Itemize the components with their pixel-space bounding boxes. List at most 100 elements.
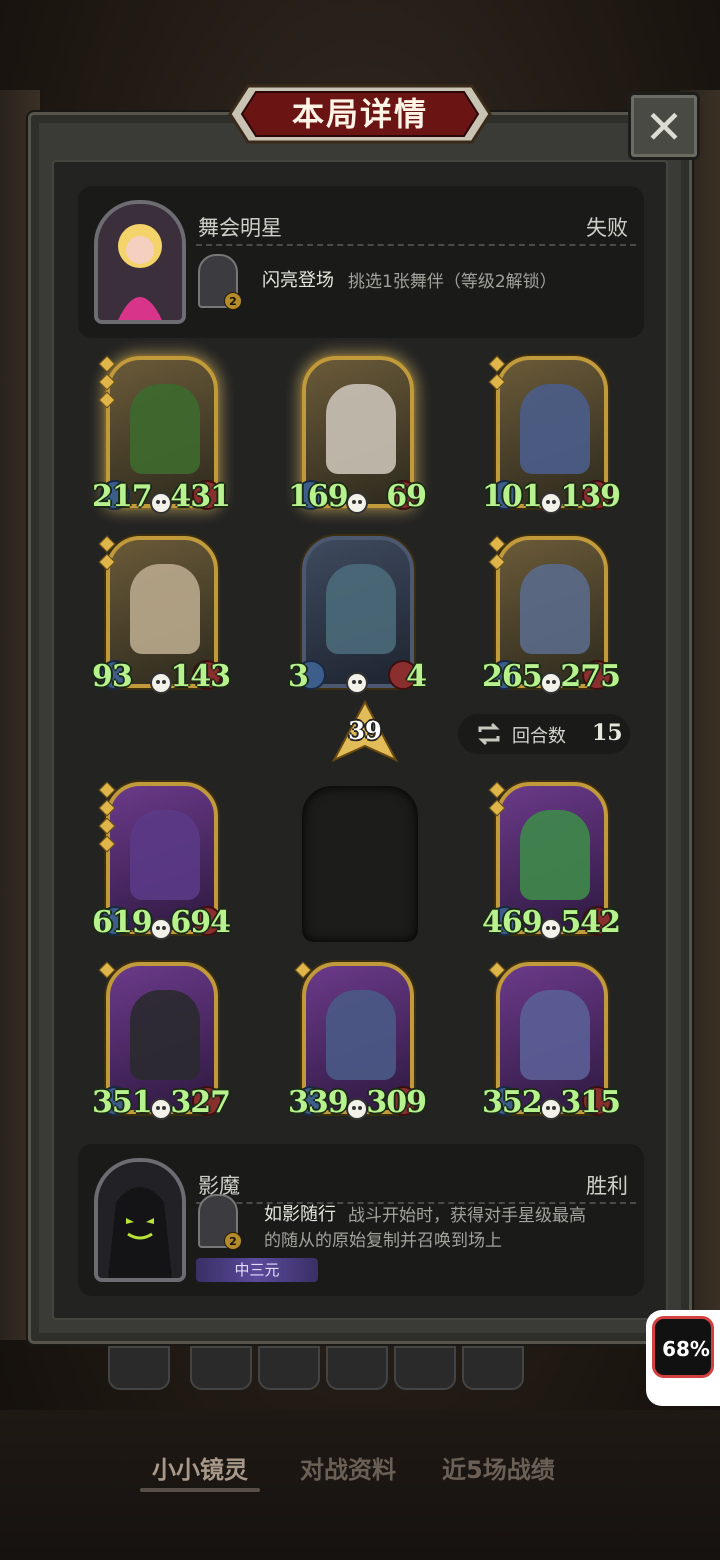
- health-value: 69: [386, 479, 427, 514]
- minion-card[interactable]: 101 139: [482, 348, 621, 516]
- star-icon: [98, 961, 116, 979]
- minion-art: [520, 810, 590, 900]
- health-value: 694: [170, 905, 231, 940]
- tab-recent-matches[interactable]: 近5场战绩: [442, 1450, 555, 1485]
- attack-value: 93: [92, 659, 133, 694]
- lobby-portrait[interactable]: [462, 1346, 524, 1390]
- attack-value: 169: [288, 479, 349, 514]
- tab-mirror-spirit[interactable]: 小小镜灵: [152, 1450, 248, 1485]
- lobby-portrait[interactable]: [394, 1346, 456, 1390]
- tab-battle-data[interactable]: 对战资料: [300, 1450, 396, 1485]
- attack-value: 469: [482, 905, 543, 940]
- attack-value: 101: [482, 479, 543, 514]
- attack-value: 619: [92, 905, 153, 940]
- hero-portrait-shadow-demon[interactable]: [94, 1158, 186, 1282]
- health-value: 309: [366, 1085, 427, 1120]
- star-rating: [98, 355, 116, 412]
- lobby-portrait[interactable]: [258, 1346, 320, 1390]
- minion-card[interactable]: 339 309: [288, 954, 427, 1122]
- skill-name: 闪亮登场: [262, 270, 334, 291]
- battery-widget: 68%: [646, 1310, 720, 1406]
- skill-level-badge: 2: [224, 1232, 242, 1250]
- rounds-counter: 回合数 15: [458, 714, 630, 754]
- page-title: 本局详情: [291, 95, 428, 133]
- minion-art: [130, 564, 200, 654]
- star-rating: [98, 961, 116, 982]
- minion-card[interactable]: 217 431: [92, 348, 231, 516]
- minion-art: [520, 384, 590, 474]
- close-button[interactable]: ✕: [628, 92, 700, 160]
- skull-icon: [150, 1098, 172, 1120]
- lobby-portrait[interactable]: [108, 1346, 170, 1390]
- skill-description-line1: 战斗开始时，获得对手星级最高: [348, 1206, 586, 1226]
- health-value: 327: [170, 1085, 231, 1120]
- skill-name: 如影随行: [264, 1204, 336, 1225]
- skull-icon: [346, 1098, 368, 1120]
- skull-icon: [150, 492, 172, 514]
- repeat-icon: [478, 722, 500, 746]
- game-screen: { "title": "本局详情", "close_glyph": "✕", "…: [0, 0, 720, 1560]
- star-icon: [98, 535, 116, 553]
- player-top-panel: 舞会明星 失败 2 闪亮登场 挑选1张舞伴（等级2解锁）: [78, 186, 644, 338]
- skull-icon: [540, 492, 562, 514]
- active-tab-indicator: [140, 1488, 260, 1492]
- health-value: 4: [406, 659, 427, 694]
- attack-value: 352: [482, 1085, 543, 1120]
- skull-icon: [150, 672, 172, 694]
- empty-minion-slot: [302, 786, 418, 942]
- hero-portrait-dance-star[interactable]: [94, 200, 186, 324]
- player-name: 舞会明星: [198, 216, 282, 240]
- battery-ring: 68%: [652, 1316, 714, 1378]
- star-rating: [98, 535, 116, 574]
- minion-art: [520, 564, 590, 654]
- star-rating: [488, 961, 506, 982]
- lobby-portrait[interactable]: [326, 1346, 388, 1390]
- minion-art: [130, 384, 200, 474]
- star-icon: [98, 553, 116, 571]
- star-rating: [488, 355, 506, 394]
- health-value: 431: [170, 479, 231, 514]
- minion-art: [326, 384, 396, 474]
- minion-card[interactable]: 351 327: [92, 954, 231, 1122]
- bottom-tab-bar: 小小镜灵 对战资料 近5场战绩: [0, 1410, 720, 1560]
- star-icon: [488, 961, 506, 979]
- star-icon: [98, 355, 116, 373]
- skill-description-line2: 的随从的原始复制并召唤到场上: [264, 1231, 502, 1251]
- skull-icon: [346, 492, 368, 514]
- star-icon: [98, 391, 116, 409]
- player-result: 失败: [586, 216, 628, 240]
- tier-number: 39: [348, 716, 382, 745]
- minion-card[interactable]: 352 315: [482, 954, 621, 1122]
- divider: [196, 244, 636, 246]
- lobby-portrait[interactable]: [190, 1346, 252, 1390]
- health-value: 139: [560, 479, 621, 514]
- star-icon: [98, 799, 116, 817]
- skull-icon: [540, 918, 562, 940]
- minion-card[interactable]: 265 275: [482, 528, 621, 696]
- minion-card[interactable]: 169 69: [288, 348, 427, 516]
- star-icon: [98, 817, 116, 835]
- tier-badge: 39: [331, 699, 399, 763]
- minion-card[interactable]: 469 542: [482, 774, 621, 942]
- minion-card[interactable]: 34: [288, 528, 427, 696]
- minion-art: [130, 990, 200, 1080]
- attack-value: 217: [92, 479, 153, 514]
- minion-art: [130, 810, 200, 900]
- minion-art: [326, 990, 396, 1080]
- rounds-label: 回合数: [512, 726, 566, 747]
- star-icon: [488, 799, 506, 817]
- skull-icon: [150, 918, 172, 940]
- star-icon: [488, 535, 506, 553]
- hero-skill-icon[interactable]: 2: [198, 254, 242, 310]
- skull-icon: [540, 1098, 562, 1120]
- health-value: 143: [170, 659, 231, 694]
- minion-card[interactable]: 93 143: [92, 528, 231, 696]
- hero-skill-icon[interactable]: 2: [198, 1194, 242, 1250]
- rounds-value: 15: [592, 720, 623, 746]
- star-rating: [488, 781, 506, 820]
- minion-art: [326, 564, 396, 654]
- minion-card[interactable]: 619 694: [92, 774, 231, 942]
- title-plate: 本局详情: [228, 84, 492, 144]
- star-icon: [488, 373, 506, 391]
- attack-value: 351: [92, 1085, 153, 1120]
